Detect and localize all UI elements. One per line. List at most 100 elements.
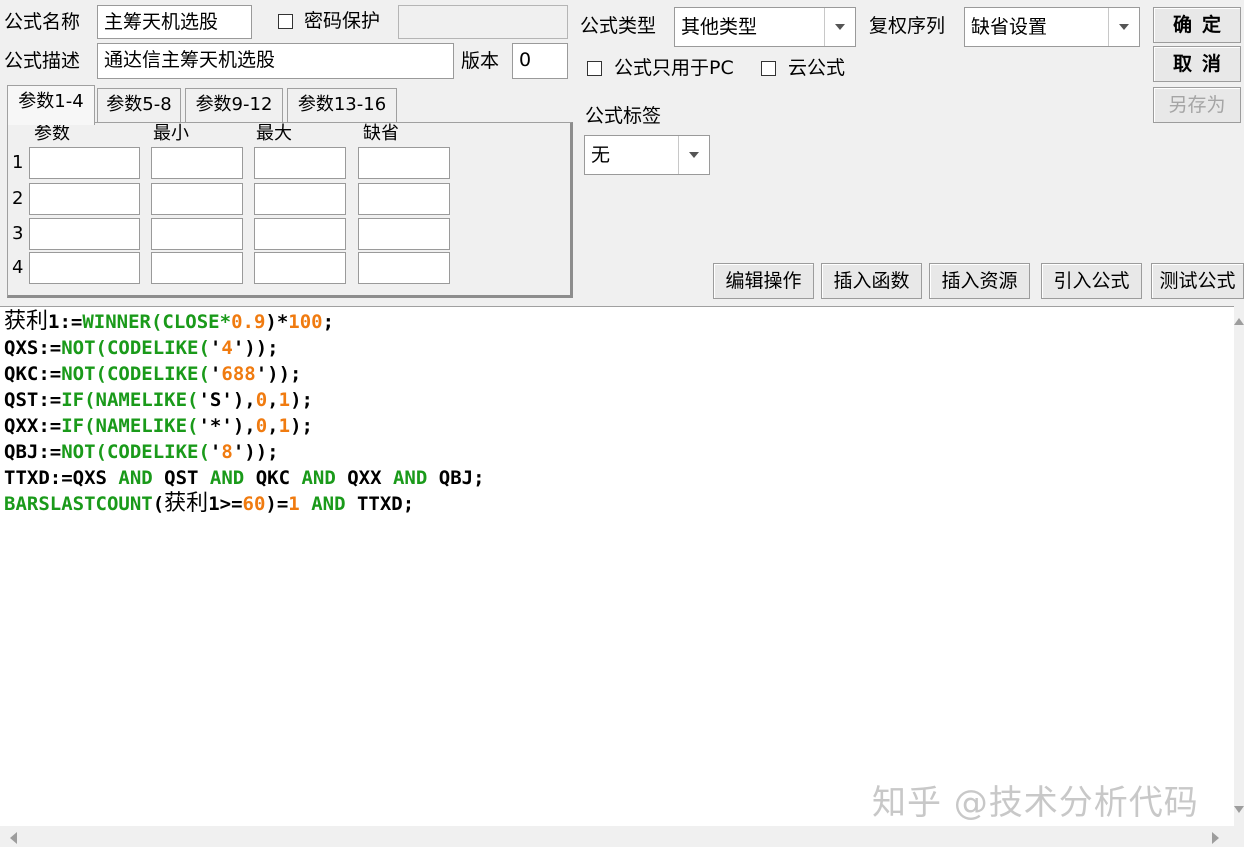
code-token: , — [267, 415, 279, 437]
ok-button[interactable]: 确定 — [1153, 7, 1241, 43]
code-token: QST — [152, 467, 210, 489]
code-token: 0.9 — [231, 311, 266, 333]
code-token: 100 — [288, 311, 323, 333]
param-row-number: 4 — [12, 257, 24, 278]
param-3-default-input[interactable] — [358, 218, 450, 250]
formula-type-select[interactable]: 其他类型 — [674, 7, 856, 47]
code-line: TTXD:=QXS AND QST AND QKC AND QXX AND QB… — [4, 465, 485, 491]
tab-params-9-12[interactable]: 参数9-12 — [185, 88, 283, 122]
code-token: 0 — [255, 415, 268, 437]
code-line: QKC:=NOT(CODELIKE('688')); — [4, 361, 485, 387]
scroll-down-icon[interactable] — [1234, 806, 1244, 813]
code-token: )); — [244, 337, 279, 359]
param-4-max-input[interactable] — [254, 252, 346, 284]
code-token: AND — [311, 493, 346, 515]
code-token: QXS:= — [4, 337, 62, 359]
param-1-max-input[interactable] — [254, 147, 346, 179]
code-token: QXX — [335, 467, 393, 489]
password-checkbox[interactable] — [278, 14, 293, 29]
code-token: 'S' — [198, 389, 233, 411]
edit-operation-button[interactable]: 编辑操作 — [713, 263, 814, 299]
chevron-down-icon[interactable] — [824, 8, 855, 46]
tab-params-13-16[interactable]: 参数13-16 — [287, 88, 397, 122]
code-token: ), — [232, 389, 256, 411]
scroll-right-icon[interactable] — [1212, 832, 1219, 844]
param-1-default-input[interactable] — [358, 147, 450, 179]
formula-tag-label: 公式标签 — [585, 105, 662, 127]
code-token: QBJ; — [427, 467, 485, 489]
rights-label: 复权序列 — [869, 15, 946, 37]
vertical-scrollbar[interactable] — [1234, 306, 1244, 826]
param-2-min-input[interactable] — [151, 183, 243, 215]
code-token: 1 — [278, 415, 291, 437]
param-row-number: 3 — [12, 223, 24, 244]
code-token: QKC — [244, 467, 302, 489]
param-1-min-input[interactable] — [151, 147, 243, 179]
param-header-default: 缺省 — [363, 123, 399, 144]
code-token: 1:= — [48, 311, 83, 333]
code-token: 0 — [255, 389, 268, 411]
code-token: 688 — [221, 363, 256, 385]
code-token: NOT(CODELIKE( — [61, 441, 210, 463]
formula-name-input[interactable]: 主筹天机选股 — [97, 5, 252, 39]
code-editor[interactable]: 获利1:=WINNER(CLOSE*0.9)*100; QXS:=NOT(CODE… — [0, 306, 1234, 826]
code-token: 8 — [221, 441, 233, 463]
code-token: WINNER(CLOSE* — [82, 311, 232, 333]
tab-params-5-8[interactable]: 参数5-8 — [97, 88, 181, 122]
pc-only-checkbox[interactable] — [587, 61, 602, 76]
code-token: ; — [322, 311, 335, 333]
param-4-min-input[interactable] — [151, 252, 243, 284]
formula-desc-label: 公式描述 — [4, 50, 81, 72]
insert-resource-button[interactable]: 插入资源 — [929, 263, 1030, 299]
insert-function-button[interactable]: 插入函数 — [821, 263, 922, 299]
chevron-down-icon[interactable] — [678, 136, 709, 174]
version-input[interactable]: 0 — [512, 43, 568, 79]
param-2-default-input[interactable] — [358, 183, 450, 215]
rights-value: 缺省设置 — [971, 16, 1048, 38]
code-token: ); — [290, 389, 313, 411]
test-formula-button[interactable]: 测试公式 — [1151, 263, 1244, 299]
param-1-name-input[interactable] — [29, 147, 140, 179]
param-2-name-input[interactable] — [29, 183, 140, 215]
param-4-name-input[interactable] — [29, 252, 140, 284]
code-token: , — [267, 389, 279, 411]
formula-tag-select[interactable]: 无 — [584, 135, 710, 175]
password-label: 密码保护 — [304, 10, 381, 32]
import-formula-button[interactable]: 引入公式 — [1041, 263, 1142, 299]
code-line: QST:=IF(NAMELIKE('S'),0,1); — [4, 387, 485, 413]
code-token: )); — [267, 363, 302, 385]
code-token: )= — [265, 493, 289, 515]
code-token: ), — [232, 415, 256, 437]
formula-name-label: 公式名称 — [4, 11, 81, 33]
scroll-up-icon[interactable] — [1234, 318, 1244, 325]
chevron-down-icon[interactable] — [1108, 8, 1139, 46]
pc-only-label: 公式只用于PC — [614, 57, 734, 79]
code-token: ' — [209, 337, 222, 359]
formula-desc-input[interactable]: 通达信主筹天机选股 — [97, 43, 454, 79]
param-3-min-input[interactable] — [151, 218, 243, 250]
rights-select[interactable]: 缺省设置 — [964, 7, 1140, 47]
code-token: ' — [232, 337, 245, 359]
param-2-max-input[interactable] — [254, 183, 346, 215]
code-token: QST:= — [4, 389, 62, 411]
param-row-number: 1 — [12, 152, 24, 173]
param-3-name-input[interactable] — [29, 218, 140, 250]
scroll-left-icon[interactable] — [10, 832, 17, 844]
param-row-number: 2 — [12, 188, 24, 209]
param-header-name: 参数 — [34, 123, 70, 144]
param-4-default-input[interactable] — [358, 252, 450, 284]
password-input[interactable] — [398, 5, 568, 39]
code-token: ' — [255, 363, 268, 385]
code-token: AND — [209, 467, 245, 489]
param-3-max-input[interactable] — [254, 218, 346, 250]
code-line: QXX:=IF(NAMELIKE('*'),0,1); — [4, 413, 485, 439]
horizontal-scrollbar[interactable] — [0, 826, 1244, 847]
code-token: 1>= — [208, 493, 243, 515]
save-as-button[interactable]: 另存为 — [1153, 87, 1241, 123]
code-token: ( — [152, 493, 165, 515]
code-token: AND — [392, 467, 428, 489]
cancel-button[interactable]: 取消 — [1153, 46, 1241, 82]
cloud-checkbox[interactable] — [761, 61, 776, 76]
tab-params-1-4[interactable]: 参数1-4 — [7, 85, 95, 125]
code-token: ' — [209, 363, 222, 385]
